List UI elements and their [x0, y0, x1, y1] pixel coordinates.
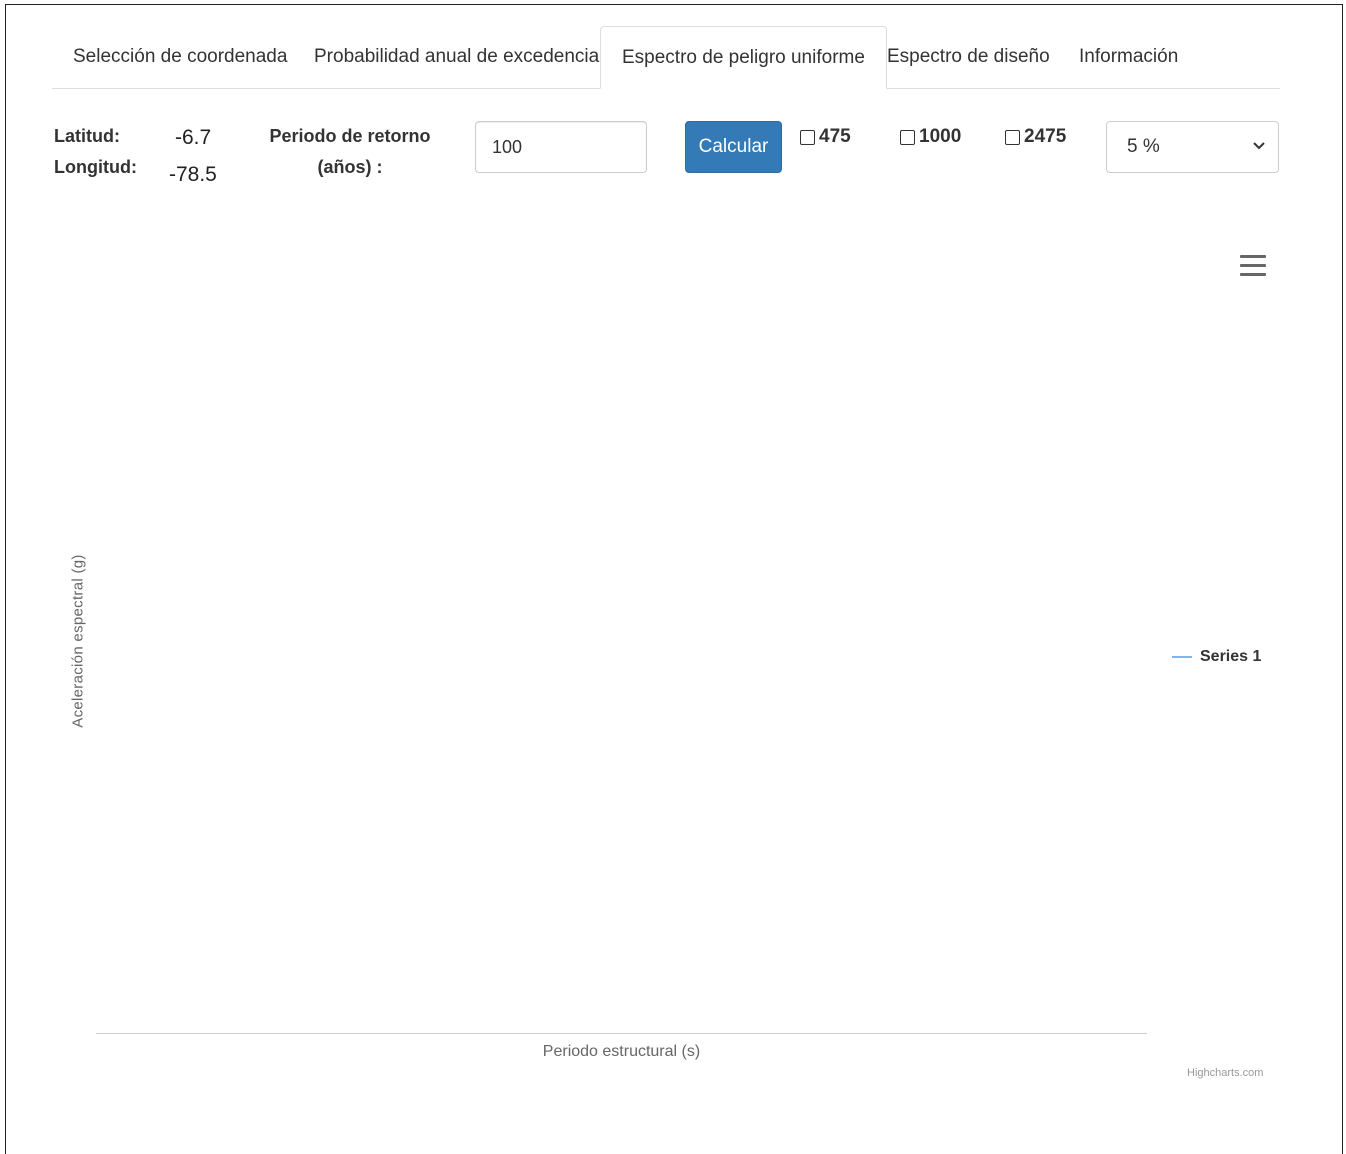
checkbox-2475[interactable]: 2475 — [1005, 126, 1066, 148]
x-axis-line — [96, 1033, 1147, 1034]
tab-espectro-diseno[interactable]: Espectro de diseño — [866, 26, 1071, 88]
checkbox-box[interactable] — [1005, 129, 1020, 145]
longitude-value: -78.5 — [169, 163, 217, 186]
return-period-label: Periodo de retorno (años) : — [262, 121, 438, 183]
legend-line-symbol — [1172, 656, 1192, 658]
damping-select-value: 5 % — [1127, 136, 1160, 157]
legend-label: Series 1 — [1200, 648, 1262, 665]
x-axis-label: Periodo estructural (s) — [542, 1043, 701, 1060]
chart-credits[interactable]: Highcharts.com — [1187, 1067, 1263, 1079]
checkbox-box[interactable] — [900, 129, 915, 145]
return-period-input[interactable] — [475, 121, 647, 173]
calculate-button[interactable]: Calcular — [685, 121, 782, 173]
checkbox-475[interactable]: 475 — [800, 126, 851, 148]
chevron-down-icon — [1253, 142, 1265, 150]
checkbox-label: 1000 — [919, 126, 962, 147]
tab-informacion[interactable]: Información — [1058, 26, 1199, 88]
checkbox-label: 475 — [819, 126, 851, 147]
tab-bar: Selección de coordenada Probabilidad anu… — [52, 26, 1280, 89]
latitude-value: -6.7 — [175, 126, 212, 149]
checkbox-1000[interactable]: 1000 — [900, 126, 961, 148]
checkbox-box[interactable] — [800, 129, 815, 145]
tab-seleccion-coordenada[interactable]: Selección de coordenada — [52, 26, 308, 88]
return-period-label-line2: (años) : — [317, 157, 383, 177]
tab-espectro-peligro-uniforme[interactable]: Espectro de peligro uniforme — [600, 26, 887, 89]
damping-select[interactable]: 5 % — [1106, 121, 1279, 173]
hamburger-menu-icon[interactable] — [1240, 255, 1266, 277]
legend-item-series-1[interactable]: Series 1 — [1172, 648, 1261, 666]
longitude-label: Longitud: — [54, 157, 137, 177]
latitude-label: Latitud: — [54, 126, 120, 146]
y-axis-label: Aceleración espectral (g) — [69, 554, 87, 728]
return-period-label-line1: Periodo de retorno — [269, 126, 431, 146]
checkbox-label: 2475 — [1024, 126, 1067, 147]
tab-probabilidad-anual[interactable]: Probabilidad anual de excedencia — [293, 26, 620, 88]
